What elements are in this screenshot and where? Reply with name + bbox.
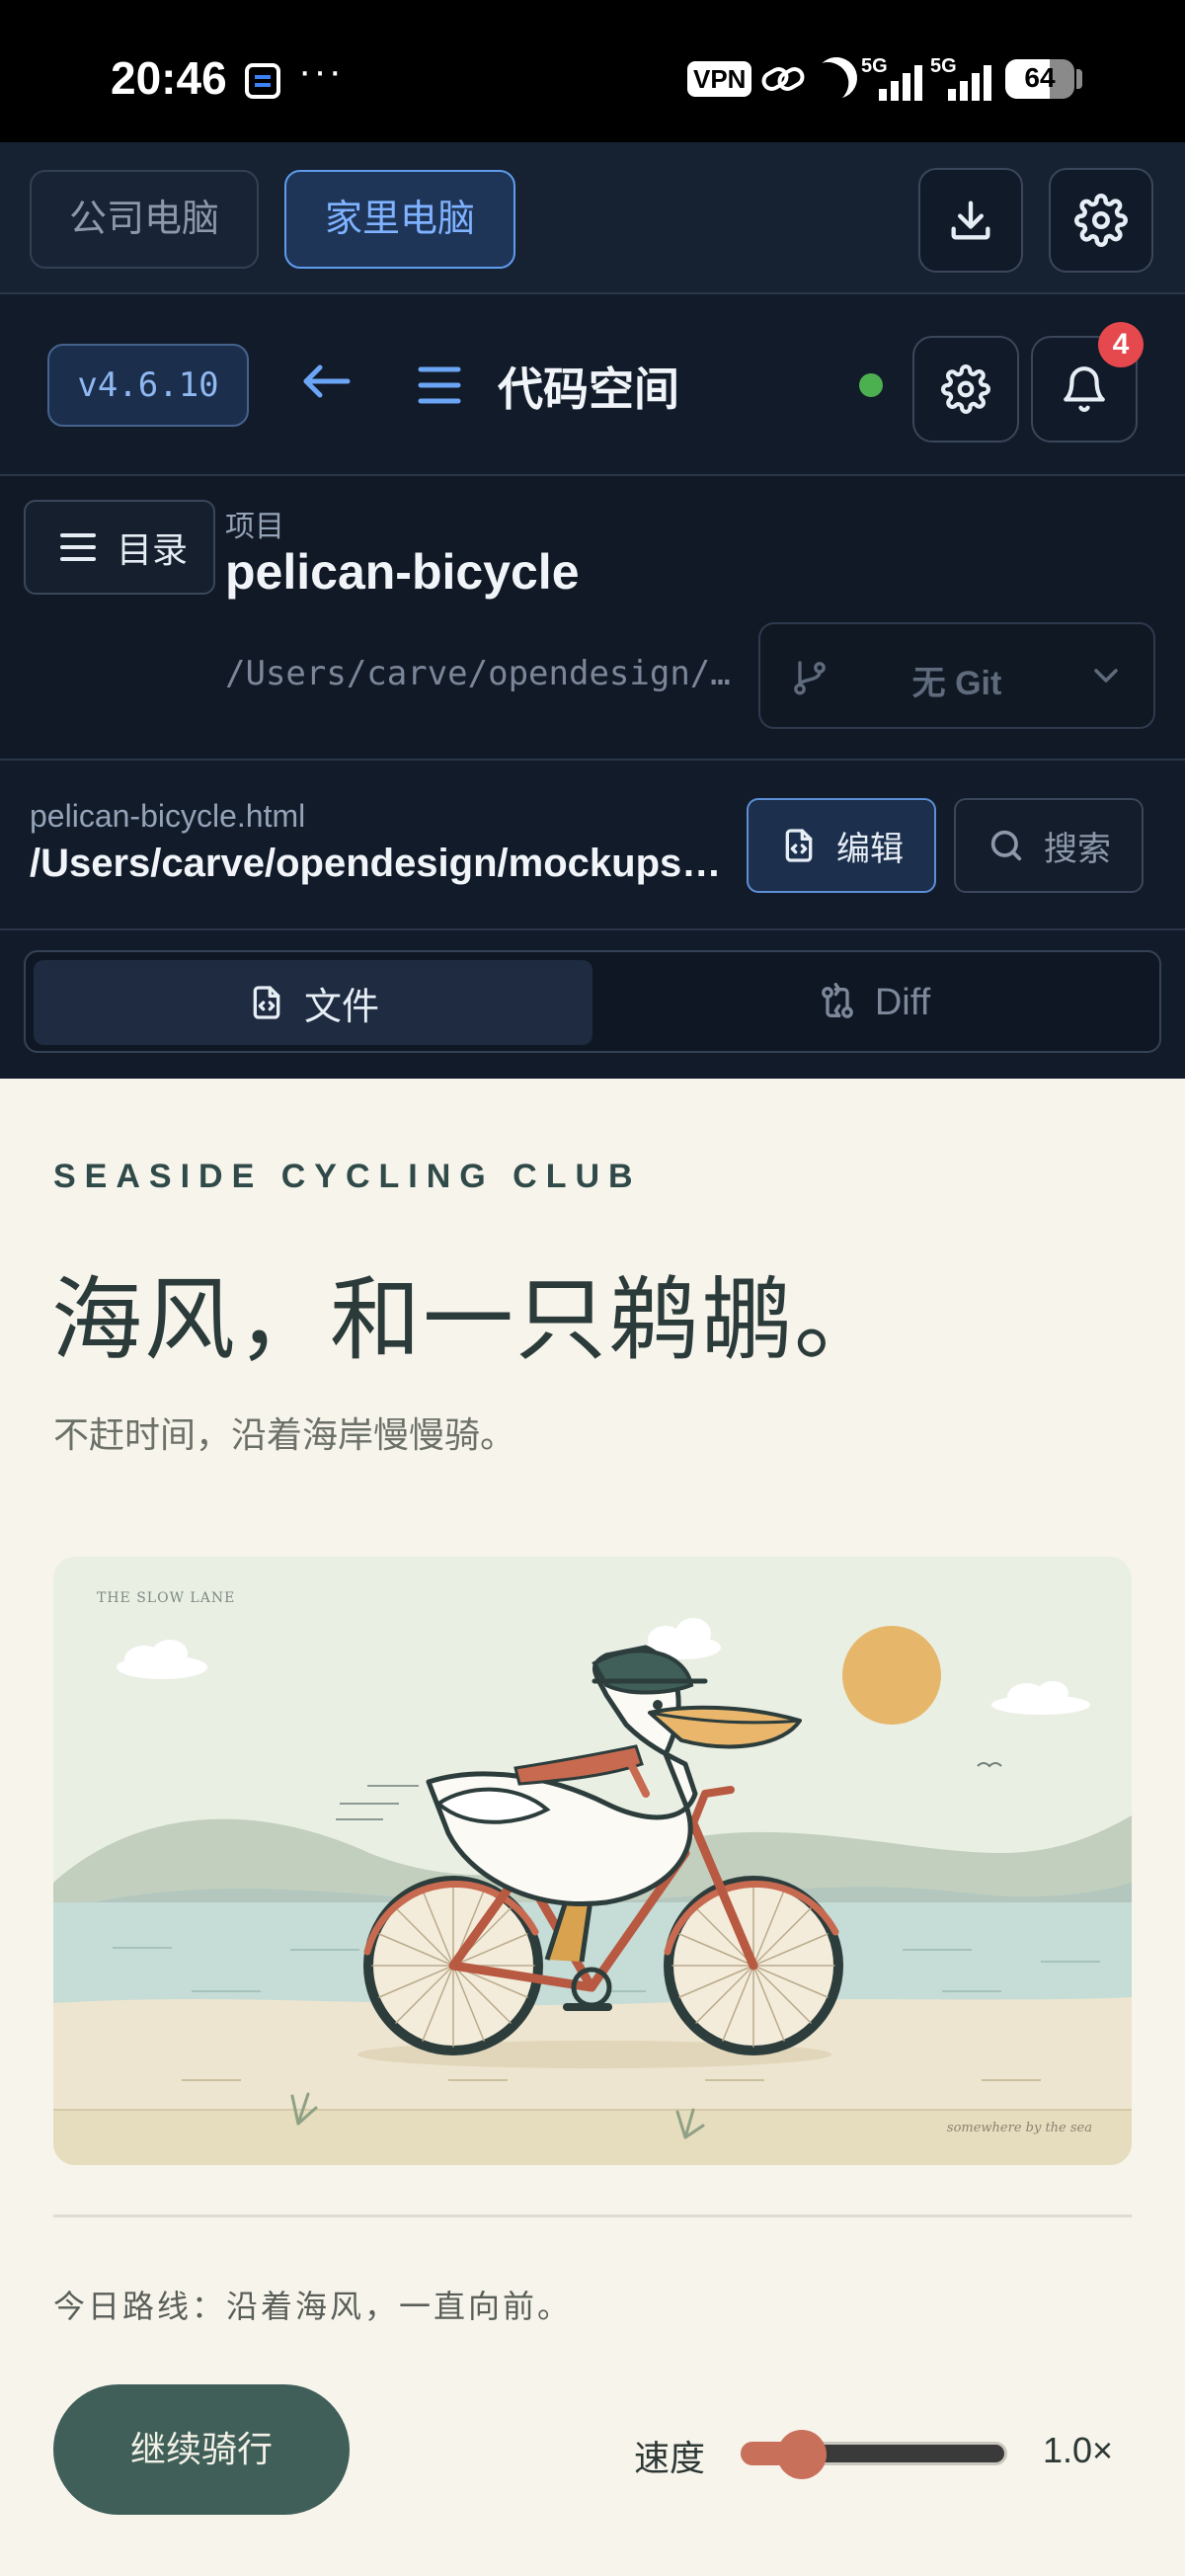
chevron-down-icon (1094, 669, 1118, 683)
project-name: pelican-bicycle (225, 544, 580, 600)
link-icon (760, 59, 806, 109)
speed-value: 1.0× (1043, 2430, 1114, 2470)
search-label: 搜索 (1044, 830, 1111, 868)
signal-icon-2: 5G (930, 55, 999, 101)
continue-riding-button[interactable]: 继续骑行 (53, 2384, 350, 2515)
slider-thumb[interactable] (777, 2430, 828, 2479)
git-branch-select[interactable]: 无 Git (758, 622, 1155, 729)
back-button[interactable] (294, 350, 357, 413)
diff-icon (821, 983, 853, 1018)
tab-diff[interactable]: Diff (594, 960, 1153, 1045)
file-bar: pelican-bicycle.html /Users/carve/opende… (0, 761, 1185, 930)
app-header: v4.6.10 代码空间 (0, 294, 1185, 476)
list-icon (60, 533, 96, 561)
file-code-icon (785, 829, 813, 862)
download-button[interactable] (918, 168, 1023, 273)
machine-bar: 公司电脑 家里电脑 (0, 142, 1185, 294)
settings-button[interactable] (912, 336, 1019, 443)
pelican-bicycle-illustration: THE SLOW LANE somewhere by the sea (53, 1557, 1132, 2165)
search-icon (990, 830, 1022, 861)
clock: 20:46 (111, 52, 227, 104)
edit-label: 编辑 (836, 830, 904, 868)
notification-badge: 4 (1098, 322, 1144, 367)
do-not-disturb-icon (808, 49, 864, 106)
tab-home-computer[interactable]: 家里电脑 (284, 170, 515, 269)
file-icon (253, 986, 280, 1019)
gear-icon (941, 364, 990, 414)
signal-icon-1: 5G (861, 55, 930, 101)
eyebrow-text: SEASIDE CYCLING CLUB (53, 1158, 642, 1195)
notes-icon (245, 63, 280, 99)
hamburger-icon (418, 366, 461, 404)
tab-diff-label: Diff (874, 981, 931, 1023)
machine-settings-button[interactable] (1049, 168, 1153, 273)
view-segmented-control: 文件 Diff (24, 950, 1161, 1053)
speed-label: 速度 (634, 2438, 706, 2478)
tab-file-label: 文件 (303, 986, 379, 1028)
gear-icon (1074, 194, 1128, 247)
divider (53, 2214, 1132, 2217)
battery-tip (1076, 69, 1082, 89)
search-button[interactable]: 搜索 (954, 798, 1144, 893)
html-preview: SEASIDE CYCLING CLUB 海风，和一只鹈鹕。 不赶时间，沿着海岸… (0, 1079, 1185, 2576)
illustration-caption: THE SLOW LANE (97, 1590, 235, 1606)
illustration-signature: somewhere by the sea (947, 2121, 1092, 2135)
status-bar: 20:46 ··· VPN 5G 5G 64 (0, 0, 1185, 142)
edit-button[interactable]: 编辑 (747, 798, 936, 893)
battery-icon: 64 (1005, 59, 1074, 99)
view-tab-bar: 文件 Diff (0, 930, 1185, 1079)
page-title: 代码空间 (498, 363, 679, 415)
tab-office-computer[interactable]: 公司电脑 (30, 170, 259, 269)
download-icon (951, 201, 990, 240)
more-notifications-icon: ··· (298, 49, 344, 93)
tab-file[interactable]: 文件 (34, 960, 592, 1045)
subheadline: 不赶时间，沿着海岸慢慢骑。 (53, 1414, 516, 1455)
version-badge[interactable]: v4.6.10 (47, 344, 249, 427)
connection-status-dot (859, 373, 883, 397)
route-text: 今日路线：沿着海风，一直向前。 (53, 2289, 573, 2324)
file-name: pelican-bicycle.html (30, 798, 306, 834)
toc-label: 目录 (117, 529, 189, 570)
project-path: /Users/carve/opendesign/mockups/pelican-… (225, 654, 741, 693)
headline: 海风，和一只鹈鹕。 (51, 1267, 888, 1373)
speed-slider[interactable] (741, 2430, 1007, 2479)
bell-icon (1064, 366, 1105, 412)
project-label: 项目 (225, 511, 284, 543)
file-path: /Users/carve/opendesign/mockups/pelican-… (30, 842, 727, 885)
toc-button[interactable]: 目录 (24, 500, 215, 595)
vpn-icon: VPN (687, 61, 752, 97)
arrow-left-icon (303, 364, 351, 398)
project-panel: 目录 项目 pelican-bicycle /Users/carve/opend… (0, 476, 1185, 761)
menu-button[interactable] (417, 362, 462, 409)
